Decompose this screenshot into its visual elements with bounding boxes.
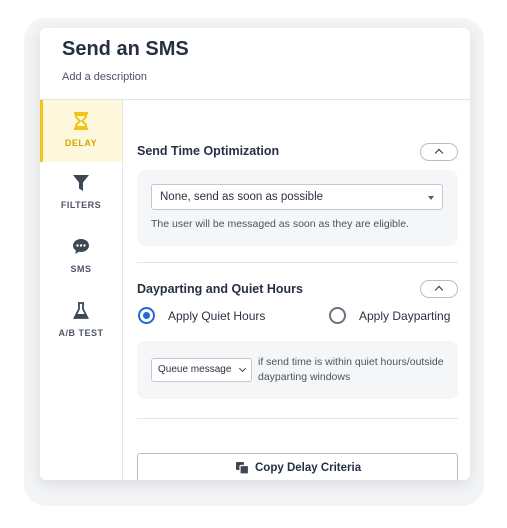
send-time-collapse-button[interactable] bbox=[420, 143, 458, 161]
page-title: Send an SMS bbox=[62, 38, 189, 60]
sidebar-item-label: A/B TEST bbox=[58, 328, 104, 338]
chevron-up-icon bbox=[434, 285, 444, 295]
radio-button[interactable] bbox=[329, 307, 346, 324]
copy-delay-criteria-button[interactable]: Copy Delay Criteria bbox=[137, 453, 458, 480]
copy-icon bbox=[236, 462, 249, 474]
radio-label: Apply Dayparting bbox=[359, 309, 451, 323]
quiet-hours-action-select[interactable]: Queue message bbox=[151, 358, 252, 382]
quiet-hours-action-value: Queue message bbox=[158, 364, 232, 375]
delay-settings: Send Time Optimization None, send as soo… bbox=[124, 100, 470, 480]
send-time-hint: The user will be messaged as soon as the… bbox=[151, 218, 409, 230]
section-divider bbox=[137, 418, 458, 419]
send-time-select[interactable]: None, send as soon as possible bbox=[151, 184, 443, 210]
sidebar-item-sms[interactable]: SMS bbox=[40, 226, 122, 288]
send-time-title: Send Time Optimization bbox=[137, 144, 280, 158]
chevron-up-icon bbox=[434, 148, 444, 158]
dayparting-title: Dayparting and Quiet Hours bbox=[137, 282, 303, 296]
sidebar-item-ab-test[interactable]: A/B TEST bbox=[40, 290, 122, 352]
filter-icon bbox=[73, 175, 89, 191]
sidebar-item-label: FILTERS bbox=[60, 200, 102, 210]
send-time-select-value: None, send as soon as possible bbox=[160, 191, 324, 203]
flask-icon bbox=[73, 302, 89, 319]
send-sms-card: Send an SMS Add a description DELAY FILT… bbox=[40, 28, 470, 480]
radio-label: Apply Quiet Hours bbox=[168, 309, 266, 323]
radio-apply-dayparting[interactable]: Apply Dayparting bbox=[329, 307, 459, 325]
step-sidebar: DELAY FILTERS SMS A/B TEST bbox=[40, 100, 123, 480]
chat-bubble-icon bbox=[73, 239, 89, 254]
sidebar-item-delay[interactable]: DELAY bbox=[40, 100, 122, 162]
copy-button-label: Copy Delay Criteria bbox=[255, 462, 362, 474]
quiet-hours-description: if send time is within quiet hours/outsi… bbox=[258, 356, 444, 383]
dayparting-collapse-button[interactable] bbox=[420, 280, 458, 298]
quiet-hours-panel: Queue message if send time is within qui… bbox=[137, 341, 458, 399]
caret-down-icon bbox=[428, 196, 434, 200]
send-time-panel: None, send as soon as possible The user … bbox=[137, 170, 458, 246]
hourglass-icon bbox=[74, 112, 88, 130]
card-header: Send an SMS Add a description bbox=[40, 28, 470, 100]
sidebar-item-label: SMS bbox=[70, 264, 92, 274]
chevron-down-icon bbox=[238, 364, 247, 373]
radio-apply-quiet-hours[interactable]: Apply Quiet Hours bbox=[138, 307, 268, 325]
section-divider bbox=[137, 262, 458, 263]
radio-button-checked[interactable] bbox=[138, 307, 155, 324]
add-description-link[interactable]: Add a description bbox=[62, 71, 147, 83]
sidebar-item-filters[interactable]: FILTERS bbox=[40, 162, 122, 224]
sidebar-item-label: DELAY bbox=[64, 138, 98, 148]
